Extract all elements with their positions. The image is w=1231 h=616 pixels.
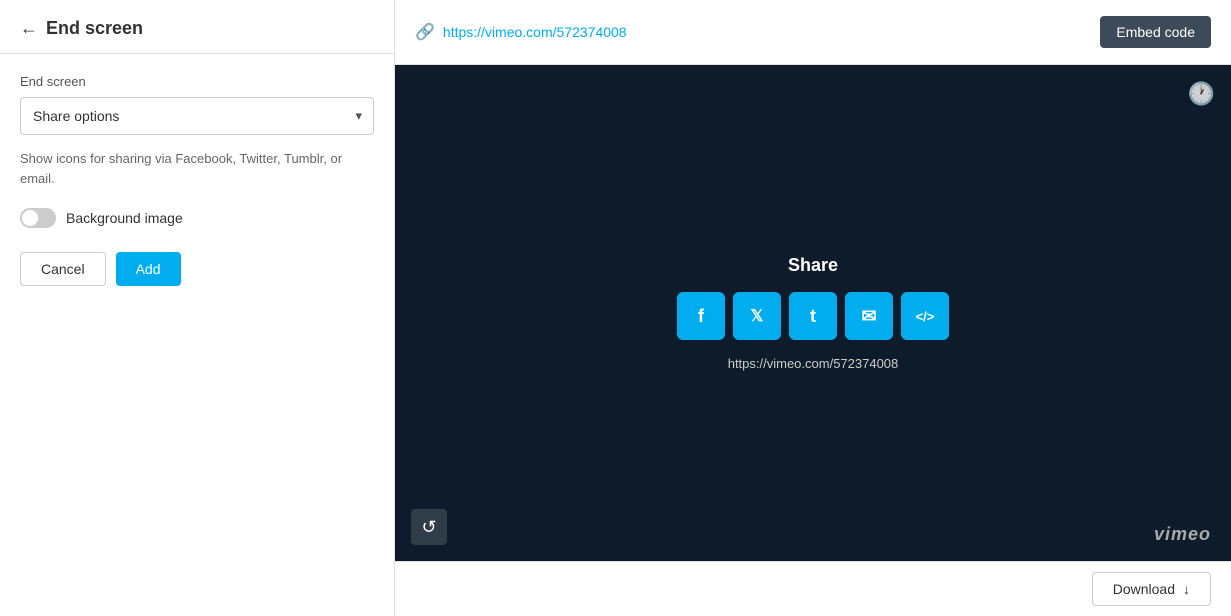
embed-share-button[interactable]: </> [901, 292, 949, 340]
toggle-row: Background image [20, 208, 374, 228]
link-icon: 🔗 [415, 22, 435, 42]
toggle-knob [22, 210, 38, 226]
download-label: Download [1113, 581, 1175, 597]
facebook-share-button[interactable]: f [677, 292, 725, 340]
back-arrow-icon[interactable]: ← [20, 18, 38, 39]
description-text: Show icons for sharing via Facebook, Twi… [20, 149, 374, 188]
download-arrow-icon: ↓ [1183, 581, 1190, 597]
tumblr-share-button[interactable]: t [789, 292, 837, 340]
button-row: Cancel Add [20, 252, 374, 286]
left-content: End screen Share options Subscribe butto… [0, 54, 394, 616]
url-row: 🔗 https://vimeo.com/572374008 [415, 22, 627, 42]
share-section: Share f 𝕏 t ✉ </> https://vimeo.com/5723… [677, 255, 949, 371]
back-header: ← End screen [0, 0, 394, 54]
cancel-button[interactable]: Cancel [20, 252, 106, 286]
field-label: End screen [20, 74, 374, 89]
page-title: End screen [46, 18, 143, 39]
top-bar: 🔗 https://vimeo.com/572374008 Embed code [395, 0, 1231, 65]
video-preview: 🕐 Share f 𝕏 t ✉ </> https://vimeo.com/57… [395, 65, 1231, 561]
background-image-toggle[interactable] [20, 208, 56, 228]
left-panel: ← End screen End screen Share options Su… [0, 0, 395, 616]
bottom-bar: Download ↓ [395, 561, 1231, 616]
share-title: Share [788, 255, 838, 276]
end-screen-dropdown[interactable]: Share options Subscribe button Loop vide… [20, 97, 374, 135]
right-panel: 🔗 https://vimeo.com/572374008 Embed code… [395, 0, 1231, 616]
download-button[interactable]: Download ↓ [1092, 572, 1211, 606]
twitter-share-button[interactable]: 𝕏 [733, 292, 781, 340]
embed-code-button[interactable]: Embed code [1100, 16, 1211, 48]
video-url-link[interactable]: https://vimeo.com/572374008 [443, 24, 627, 40]
email-share-button[interactable]: ✉ [845, 292, 893, 340]
vimeo-watermark: vimeo [1154, 524, 1211, 545]
dropdown-wrapper: Share options Subscribe button Loop vide… [20, 97, 374, 135]
toggle-label: Background image [66, 210, 183, 226]
add-button[interactable]: Add [116, 252, 181, 286]
share-icons-row: f 𝕏 t ✉ </> [677, 292, 949, 340]
share-url-text: https://vimeo.com/572374008 [728, 356, 899, 371]
reset-button[interactable]: ↺ [411, 509, 447, 545]
clock-icon: 🕐 [1188, 81, 1215, 107]
